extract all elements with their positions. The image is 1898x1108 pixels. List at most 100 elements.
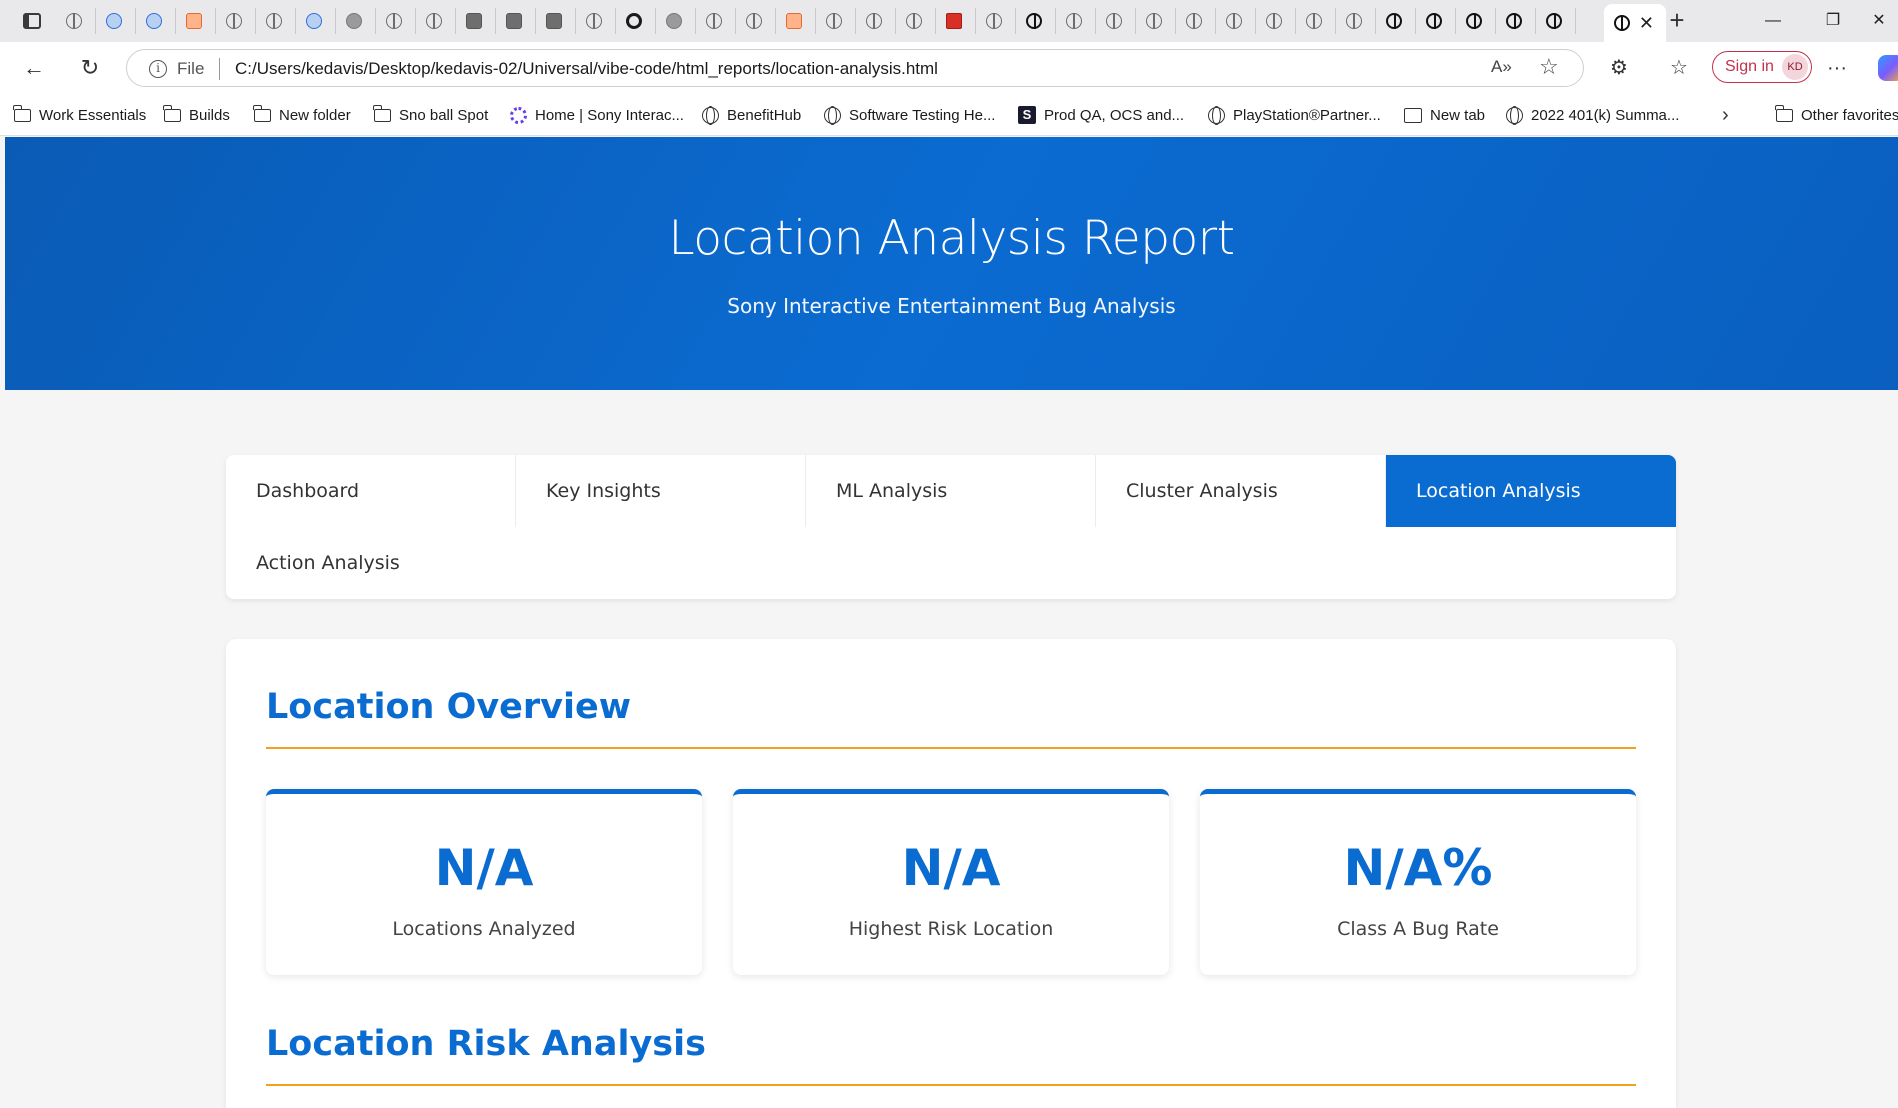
browser-tab[interactable] xyxy=(1056,8,1096,34)
browser-tab[interactable] xyxy=(776,8,816,34)
app-icon xyxy=(666,13,682,29)
tab-location-analysis[interactable]: Location Analysis xyxy=(1386,455,1676,527)
read-aloud-icon[interactable]: A» xyxy=(1491,57,1512,77)
browser-tab[interactable] xyxy=(976,8,1016,34)
browser-tab[interactable] xyxy=(256,8,296,34)
browser-tab[interactable] xyxy=(1296,8,1336,34)
bookmark-prod-qa[interactable]: S Prod QA, OCS and... xyxy=(1018,102,1184,128)
copilot-icon[interactable] xyxy=(1878,55,1898,81)
browser-tab[interactable] xyxy=(96,8,136,34)
location-content-card: Location Overview N/A Locations Analyzed… xyxy=(226,639,1676,1108)
extensions-button[interactable]: ⚙ xyxy=(1604,53,1634,83)
browser-tab[interactable] xyxy=(856,8,896,34)
globe-icon xyxy=(1208,106,1225,125)
browser-tab[interactable] xyxy=(376,8,416,34)
browser-tab[interactable] xyxy=(576,8,616,34)
bookmark-label: Prod QA, OCS and... xyxy=(1044,106,1185,124)
stat-value: N/A xyxy=(434,839,534,897)
bookmark-work-essentials[interactable]: Work Essentials xyxy=(13,102,146,128)
browser-tab[interactable] xyxy=(176,8,216,34)
browser-tab[interactable] xyxy=(1016,8,1056,34)
bookmark-label: Builds xyxy=(189,106,230,124)
bookmark-new-folder[interactable]: New folder xyxy=(253,102,351,128)
bookmark-new-tab[interactable]: New tab xyxy=(1404,102,1485,128)
bookmark-label: BenefitHub xyxy=(727,106,802,124)
browser-tab[interactable] xyxy=(1216,8,1256,34)
browser-tab[interactable] xyxy=(736,8,776,34)
favorite-star-icon[interactable]: ☆ xyxy=(1539,54,1559,80)
browser-tab[interactable] xyxy=(936,8,976,34)
browser-tab[interactable] xyxy=(816,8,856,34)
globe-icon xyxy=(826,13,842,29)
browser-tab[interactable] xyxy=(336,8,376,34)
close-tab-icon[interactable]: ✕ xyxy=(1639,13,1654,33)
search-icon xyxy=(386,13,402,29)
refresh-icon: ↻ xyxy=(80,55,100,80)
bookmark-label: New tab xyxy=(1430,106,1486,124)
browser-tab[interactable] xyxy=(56,8,96,34)
tab-key-insights[interactable]: Key Insights xyxy=(516,455,806,527)
browser-tab[interactable] xyxy=(1536,8,1576,34)
bookmark-label: Home | Sony Interac... xyxy=(535,106,684,124)
browser-tab[interactable] xyxy=(216,8,256,34)
tab-cluster-analysis[interactable]: Cluster Analysis xyxy=(1096,455,1386,527)
new-tab-button[interactable]: + xyxy=(1662,6,1692,36)
refresh-button[interactable]: ↻ xyxy=(74,53,106,83)
browser-tab[interactable] xyxy=(296,8,336,34)
active-browser-tab[interactable]: ✕ xyxy=(1604,4,1666,42)
browser-tab[interactable] xyxy=(1336,8,1376,34)
browser-tab[interactable] xyxy=(1496,8,1536,34)
close-window-button[interactable]: ✕ xyxy=(1856,6,1898,36)
browser-tab[interactable] xyxy=(1096,8,1136,34)
stat-label: Locations Analyzed xyxy=(392,918,576,940)
browser-tab[interactable] xyxy=(656,8,696,34)
bookmark-software-testing[interactable]: Software Testing He... xyxy=(824,102,995,128)
tab-actions-icon xyxy=(23,13,41,29)
site-info-icon[interactable]: i xyxy=(149,60,167,78)
chevron-right-icon[interactable]: › xyxy=(1722,104,1729,127)
browser-tab[interactable] xyxy=(1176,8,1216,34)
browser-tab[interactable] xyxy=(496,8,536,34)
report-nav: Dashboard Key Insights ML Analysis Clust… xyxy=(226,455,1676,599)
browser-tab[interactable] xyxy=(136,8,176,34)
sign-in-button[interactable]: Sign in KD xyxy=(1712,51,1812,83)
tab-dashboard[interactable]: Dashboard xyxy=(226,455,516,527)
browser-tab[interactable] xyxy=(536,8,576,34)
circle-icon xyxy=(626,13,642,29)
stat-label: Highest Risk Location xyxy=(848,918,1054,940)
browser-tab[interactable] xyxy=(1416,8,1456,34)
tab-ml-analysis[interactable]: ML Analysis xyxy=(806,455,1096,527)
back-button[interactable]: ← xyxy=(18,53,50,83)
tab-actions-button[interactable] xyxy=(10,8,54,34)
font-icon xyxy=(466,13,482,29)
browser-tab[interactable] xyxy=(1256,8,1296,34)
favorites-button[interactable]: ☆ xyxy=(1664,53,1694,83)
url-text[interactable]: C:/Users/kedavis/Desktop/kedavis-02/Univ… xyxy=(235,59,938,79)
minimize-button[interactable]: — xyxy=(1750,6,1796,36)
bookmark-401k[interactable]: 2022 401(k) Summa... xyxy=(1506,102,1679,128)
browser-tab[interactable] xyxy=(616,8,656,34)
browser-tab[interactable] xyxy=(696,8,736,34)
stat-card-locations-analyzed: N/A Locations Analyzed xyxy=(266,789,702,975)
bookmark-sno-ball-spot[interactable]: Sno ball Spot xyxy=(373,102,488,128)
bookmark-other-favorites[interactable]: Other favorites xyxy=(1775,102,1898,128)
bookmark-sony-home[interactable]: Home | Sony Interac... xyxy=(510,102,684,128)
browser-tab[interactable] xyxy=(896,8,936,34)
browser-tab[interactable] xyxy=(1376,8,1416,34)
globe-icon xyxy=(702,106,719,125)
bookmark-playstation-partner[interactable]: PlayStation®Partner... xyxy=(1208,102,1381,128)
browser-tab[interactable] xyxy=(1136,8,1176,34)
globe-icon xyxy=(706,13,722,29)
browser-tab[interactable] xyxy=(416,8,456,34)
browser-tab[interactable] xyxy=(1456,8,1496,34)
globe-icon xyxy=(1186,13,1202,29)
section-title-overview: Location Overview xyxy=(266,687,632,727)
more-menu-button[interactable]: ··· xyxy=(1822,53,1852,83)
tab-action-analysis[interactable]: Action Analysis xyxy=(226,527,516,599)
address-bar[interactable]: i File C:/Users/kedavis/Desktop/kedavis-… xyxy=(126,49,1584,87)
restore-button[interactable]: ❐ xyxy=(1810,6,1856,36)
browser-tab[interactable] xyxy=(456,8,496,34)
image-icon xyxy=(546,13,562,29)
bookmark-benefithub[interactable]: BenefitHub xyxy=(702,102,801,128)
bookmark-builds[interactable]: Builds xyxy=(163,102,230,128)
